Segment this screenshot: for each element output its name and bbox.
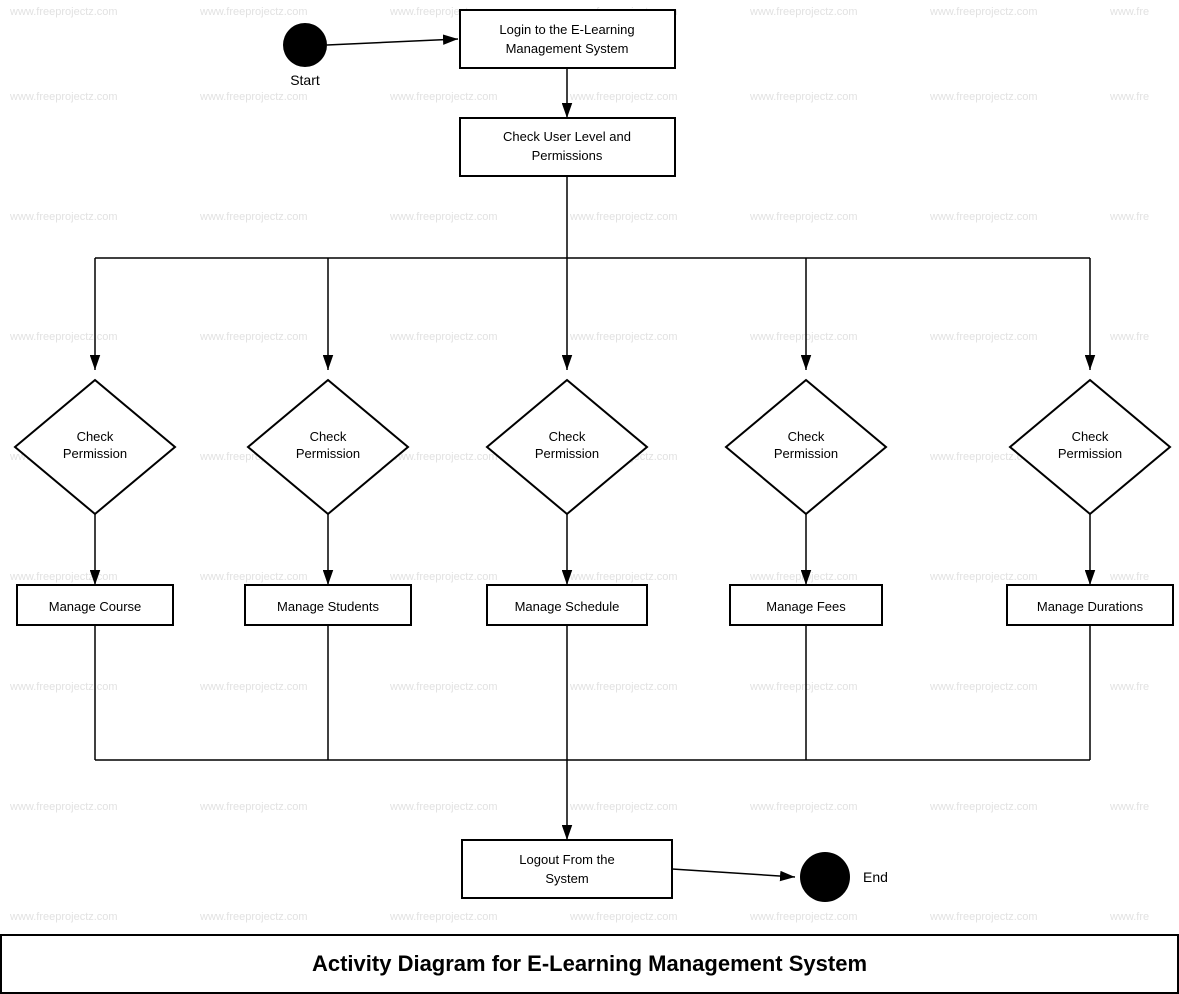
end-label: End <box>863 869 888 885</box>
flowchart-svg: www.freeprojectz.com www.freeprojectz.co… <box>0 0 1179 994</box>
diamond5-text2: Permission <box>1058 446 1122 461</box>
svg-text:www.freeprojectz.com: www.freeprojectz.com <box>389 91 498 103</box>
svg-text:www.freeprojectz.com: www.freeprojectz.com <box>199 801 308 813</box>
manage-schedule-text: Manage Schedule <box>515 599 620 614</box>
manage-fees-text: Manage Fees <box>766 599 846 614</box>
diamond4-text1: Check <box>788 429 825 444</box>
logout-box <box>462 840 672 898</box>
manage-students-text: Manage Students <box>277 599 379 614</box>
svg-text:www.freeprojectz.com: www.freeprojectz.com <box>569 801 678 813</box>
login-box <box>460 10 675 68</box>
svg-text:www.freeprojectz.com: www.freeprojectz.com <box>199 911 308 923</box>
svg-text:www.freeprojectz.com: www.freeprojectz.com <box>389 451 498 463</box>
logout-text2: System <box>545 871 588 886</box>
svg-text:www.freeprojectz.com: www.freeprojectz.com <box>749 91 858 103</box>
footer-bar: Activity Diagram for E-Learning Manageme… <box>0 934 1179 994</box>
diamond1-text1: Check <box>77 429 114 444</box>
svg-text:www.freeprojectz.com: www.freeprojectz.com <box>929 571 1038 583</box>
svg-text:www.fre: www.fre <box>1109 801 1149 813</box>
svg-text:www.freeprojectz.com: www.freeprojectz.com <box>929 801 1038 813</box>
svg-text:www.freeprojectz.com: www.freeprojectz.com <box>9 571 118 583</box>
svg-text:www.freeprojectz.com: www.freeprojectz.com <box>389 331 498 343</box>
svg-text:www.freeprojectz.com: www.freeprojectz.com <box>199 91 308 103</box>
svg-text:www.freeprojectz.com: www.freeprojectz.com <box>749 331 858 343</box>
diamond5-text1: Check <box>1072 429 1109 444</box>
diamond3-text1: Check <box>549 429 586 444</box>
svg-text:www.freeprojectz.com: www.freeprojectz.com <box>9 801 118 813</box>
diamond2-text1: Check <box>310 429 347 444</box>
svg-text:www.freeprojectz.com: www.freeprojectz.com <box>569 681 678 693</box>
svg-text:www.fre: www.fre <box>1109 91 1149 103</box>
manage-course-text: Manage Course <box>49 599 142 614</box>
start-circle <box>283 23 327 67</box>
login-text-line1: Login to the E-Learning <box>499 22 634 37</box>
svg-text:www.freeprojectz.com: www.freeprojectz.com <box>9 91 118 103</box>
svg-text:www.freeprojectz.com: www.freeprojectz.com <box>929 681 1038 693</box>
svg-text:www.freeprojectz.com: www.freeprojectz.com <box>9 6 118 18</box>
logout-text1: Logout From the <box>519 852 614 867</box>
svg-text:www.freeprojectz.com: www.freeprojectz.com <box>569 211 678 223</box>
svg-text:www.freeprojectz.com: www.freeprojectz.com <box>199 681 308 693</box>
svg-text:www.freeprojectz.com: www.freeprojectz.com <box>749 211 858 223</box>
login-text-line2: Management System <box>506 41 629 56</box>
svg-text:www.freeprojectz.com: www.freeprojectz.com <box>389 211 498 223</box>
check-user-level-box <box>460 118 675 176</box>
svg-text:www.freeprojectz.com: www.freeprojectz.com <box>569 91 678 103</box>
svg-text:www.freeprojectz.com: www.freeprojectz.com <box>929 91 1038 103</box>
start-label: Start <box>290 72 320 88</box>
svg-text:www.freeprojectz.com: www.freeprojectz.com <box>199 211 308 223</box>
diagram-container: www.freeprojectz.com www.freeprojectz.co… <box>0 0 1179 994</box>
svg-text:www.freeprojectz.com: www.freeprojectz.com <box>569 911 678 923</box>
svg-text:www.freeprojectz.com: www.freeprojectz.com <box>9 331 118 343</box>
footer-title: Activity Diagram for E-Learning Manageme… <box>312 951 867 977</box>
svg-text:www.freeprojectz.com: www.freeprojectz.com <box>929 911 1038 923</box>
svg-text:www.freeprojectz.com: www.freeprojectz.com <box>749 801 858 813</box>
svg-text:www.freeprojectz.com: www.freeprojectz.com <box>929 211 1038 223</box>
svg-text:www.freeprojectz.com: www.freeprojectz.com <box>749 571 858 583</box>
arrow-logout-end <box>672 869 795 877</box>
manage-durations-text: Manage Durations <box>1037 599 1144 614</box>
diamond4-text2: Permission <box>774 446 838 461</box>
svg-text:www.fre: www.fre <box>1109 571 1149 583</box>
svg-text:www.freeprojectz.com: www.freeprojectz.com <box>569 331 678 343</box>
svg-text:www.freeprojectz.com: www.freeprojectz.com <box>9 681 118 693</box>
svg-text:www.freeprojectz.com: www.freeprojectz.com <box>569 571 678 583</box>
svg-text:www.freeprojectz.com: www.freeprojectz.com <box>389 911 498 923</box>
diamond1-text2: Permission <box>63 446 127 461</box>
end-circle <box>800 852 850 902</box>
svg-text:www.freeprojectz.com: www.freeprojectz.com <box>749 911 858 923</box>
svg-text:www.freeprojectz.com: www.freeprojectz.com <box>929 331 1038 343</box>
svg-text:www.freeprojectz.com: www.freeprojectz.com <box>199 6 308 18</box>
diamond3-text2: Permission <box>535 446 599 461</box>
svg-text:www.freeprojectz.com: www.freeprojectz.com <box>749 6 858 18</box>
svg-text:www.freeprojectz.com: www.freeprojectz.com <box>9 911 118 923</box>
svg-text:www.fre: www.fre <box>1109 6 1149 18</box>
diamond2-text2: Permission <box>296 446 360 461</box>
svg-text:www.fre: www.fre <box>1109 681 1149 693</box>
arrow-start-login <box>327 39 458 45</box>
check-user-level-text1: Check User Level and <box>503 129 631 144</box>
svg-text:www.freeprojectz.com: www.freeprojectz.com <box>929 6 1038 18</box>
svg-text:www.freeprojectz.com: www.freeprojectz.com <box>199 571 308 583</box>
svg-text:www.fre: www.fre <box>1109 331 1149 343</box>
check-user-level-text2: Permissions <box>532 148 603 163</box>
svg-text:www.freeprojectz.com: www.freeprojectz.com <box>199 331 308 343</box>
svg-text:www.freeprojectz.com: www.freeprojectz.com <box>749 681 858 693</box>
svg-text:www.freeprojectz.com: www.freeprojectz.com <box>389 681 498 693</box>
svg-text:www.fre: www.fre <box>1109 911 1149 923</box>
svg-text:www.freeprojectz.com: www.freeprojectz.com <box>389 571 498 583</box>
svg-text:www.freeprojectz.com: www.freeprojectz.com <box>9 211 118 223</box>
svg-text:www.freeprojectz.com: www.freeprojectz.com <box>389 801 498 813</box>
svg-text:www.fre: www.fre <box>1109 211 1149 223</box>
